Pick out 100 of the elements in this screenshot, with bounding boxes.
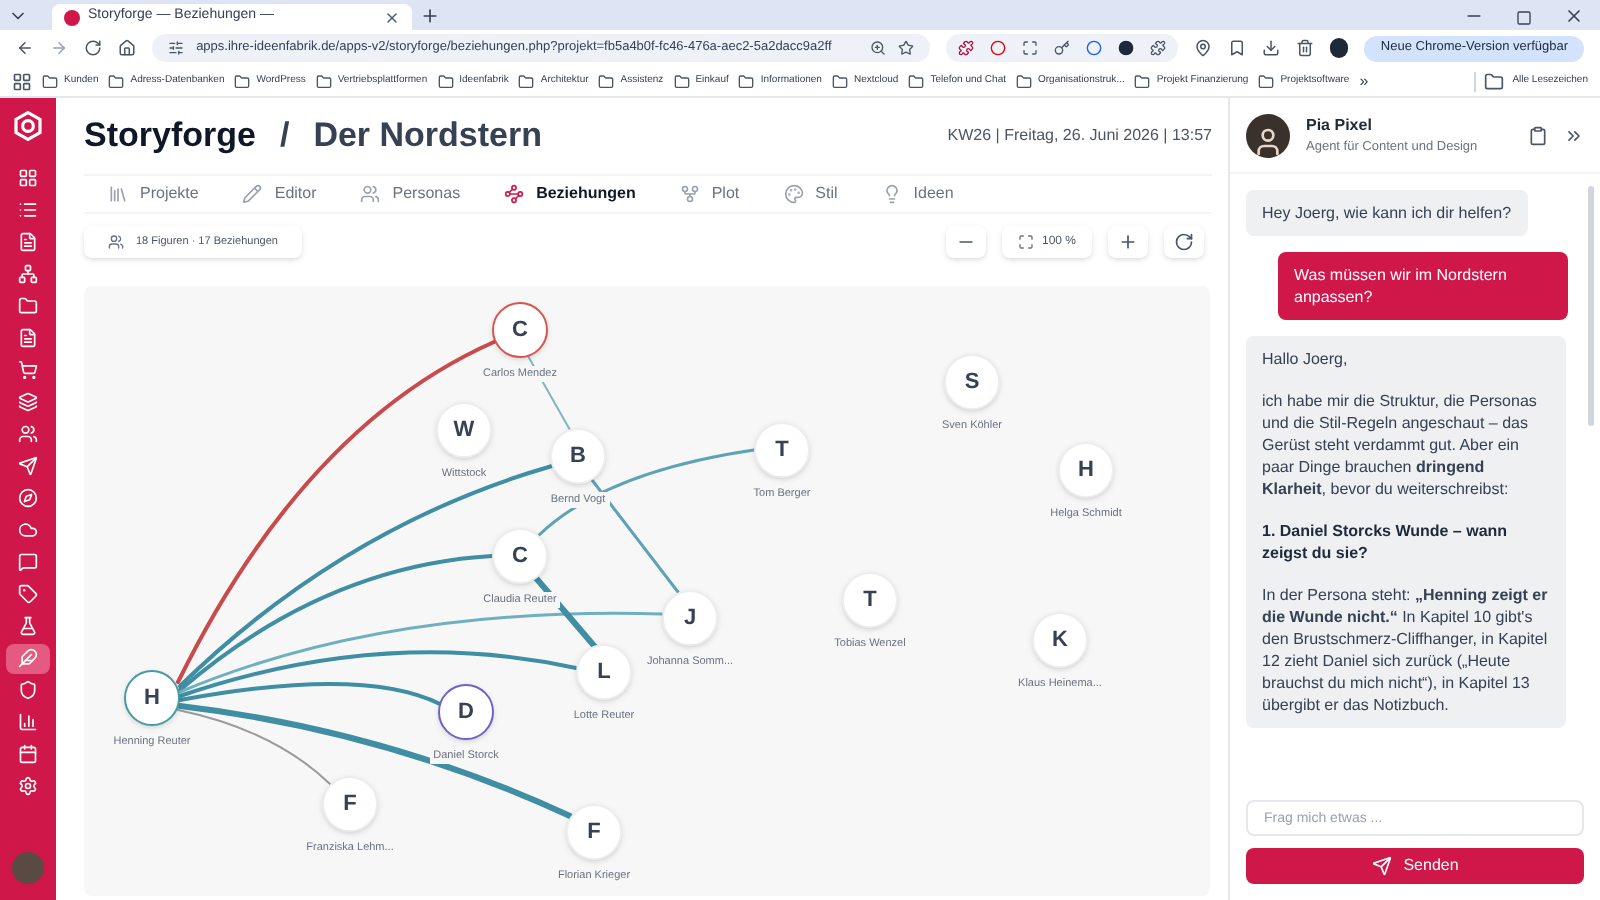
message-text: Hey Joerg, wie kann ich dir helfen? (1262, 202, 1512, 224)
zoom-in-button[interactable] (1108, 226, 1148, 258)
site-info-icon[interactable] (168, 40, 185, 56)
sidebar-icon (18, 168, 38, 188)
reload-icon[interactable] (84, 38, 103, 58)
message-heading: 1. Daniel Storcks Wunde – wann zeigst du sie? (1262, 520, 1510, 564)
breadcrumb-separator: / (279, 114, 290, 159)
sidebar-icon (18, 360, 38, 380)
nav-tab[interactable]: Stil (783, 182, 838, 206)
reset-button[interactable] (1164, 226, 1204, 258)
nav-tab[interactable]: Projekte (108, 182, 199, 206)
tab-icon (504, 184, 525, 204)
profile-avatar[interactable] (1330, 38, 1349, 58)
sidebar-icon (18, 552, 38, 572)
sidebar-icon (18, 616, 38, 636)
character-node[interactable]: J (662, 590, 718, 646)
bookmark-icon[interactable] (1228, 38, 1247, 58)
sidebar-icon (18, 296, 38, 316)
sidebar-icon (18, 776, 38, 796)
character-node[interactable]: K (1032, 612, 1088, 668)
character-node[interactable]: C (492, 528, 548, 584)
collapse-icon[interactable] (1564, 125, 1584, 145)
tab-icon (679, 184, 700, 204)
person-silhouette-icon (1252, 125, 1284, 157)
character-node[interactable]: S (944, 354, 1000, 410)
character-node[interactable]: D (438, 684, 494, 740)
nav-tab[interactable]: Plot (679, 182, 740, 206)
sidebar-icon (18, 488, 38, 508)
character-node[interactable]: C (492, 302, 548, 358)
tab-icon (108, 184, 128, 204)
tab-icon (360, 184, 381, 204)
nav-tab[interactable]: Editor (242, 182, 317, 206)
sidebar-icon (18, 200, 38, 220)
send-icon (1371, 856, 1392, 876)
message-text: ich habe mir die Struktur, die Personas und die Stil-Regeln angeschaut – das Gerüst steht verdammt gut. Aber ein paar Dinge brauchen dringend Klarheit, bevor du weiterschreibst: (1262, 390, 1539, 500)
folder-icon (234, 73, 251, 89)
nav-tab[interactable]: Beziehungen (504, 182, 636, 206)
forward-icon[interactable] (50, 38, 69, 58)
clipboard-icon[interactable] (1528, 125, 1548, 145)
send-button[interactable]: Senden (1246, 848, 1584, 884)
sidebar-icon (18, 328, 38, 348)
folder-icon (738, 73, 755, 89)
sidebar-icon (18, 520, 38, 540)
folder-icon (1134, 73, 1151, 89)
sidebar-icon (18, 648, 38, 668)
extensions-icon[interactable] (1150, 40, 1167, 56)
character-node[interactable]: L (576, 644, 632, 700)
more-bookmarks[interactable]: » (1359, 69, 1369, 93)
apps-icon[interactable] (12, 71, 32, 91)
bookmark-star-icon[interactable] (898, 40, 915, 56)
logo-icon[interactable] (12, 110, 44, 142)
tab-icon (881, 184, 902, 204)
home-icon[interactable] (118, 38, 137, 58)
project-title: Der Nordstern (313, 114, 543, 159)
location-icon[interactable] (1194, 38, 1213, 58)
folder-icon (42, 73, 58, 89)
folder-icon (598, 73, 615, 89)
sidebar-icon (18, 264, 38, 284)
character-node[interactable]: W (436, 402, 492, 458)
character-node[interactable]: H (124, 670, 180, 726)
character-node[interactable]: F (566, 804, 622, 860)
sidebar-icon (18, 744, 38, 764)
close-icon[interactable] (1564, 6, 1584, 26)
folder-icon (437, 73, 454, 89)
character-node[interactable]: T (842, 572, 898, 628)
tab-icon (242, 184, 263, 204)
nav-tab[interactable]: Personas (360, 182, 461, 206)
folder-icon (908, 73, 925, 89)
nav-tab[interactable]: Ideen (881, 182, 954, 206)
maximize-icon[interactable] (1516, 10, 1532, 26)
sidebar-item[interactable] (6, 643, 50, 673)
back-icon[interactable] (16, 38, 35, 58)
character-node[interactable]: T (754, 422, 810, 478)
zoom-icon[interactable] (870, 40, 887, 56)
app-title: Storyforge (84, 114, 256, 159)
date-time: KW26 | Freitag, 26. Juni 2026 | 13:57 (947, 124, 1212, 148)
scrollbar[interactable] (1588, 186, 1594, 426)
folder-icon (831, 73, 848, 89)
character-node[interactable]: H (1058, 442, 1114, 498)
extension-icon[interactable] (1054, 40, 1071, 56)
sidebar-icon (18, 712, 38, 732)
close-icon[interactable] (384, 9, 400, 25)
folder-icon (518, 73, 535, 89)
tab-icon (783, 184, 804, 204)
character-node[interactable]: B (550, 428, 606, 484)
character-node[interactable]: F (322, 776, 378, 832)
sidebar-icon (18, 392, 38, 412)
sidebar-icon (18, 584, 38, 604)
message-text: Hallo Joerg, (1262, 348, 1350, 370)
sidebar-icon (18, 456, 38, 476)
folder-icon (1258, 73, 1275, 89)
refresh-icon (1174, 232, 1194, 252)
trash-icon[interactable] (1296, 38, 1315, 58)
download-icon[interactable] (1262, 38, 1281, 58)
folder-icon (315, 73, 332, 89)
extension-icon[interactable] (958, 40, 975, 56)
message-text: Was müssen wir im Nordstern anpassen? (1294, 264, 1509, 308)
new-tab-icon[interactable] (420, 6, 440, 26)
folder-icon (1484, 71, 1505, 91)
sidebar-icon (18, 232, 38, 252)
